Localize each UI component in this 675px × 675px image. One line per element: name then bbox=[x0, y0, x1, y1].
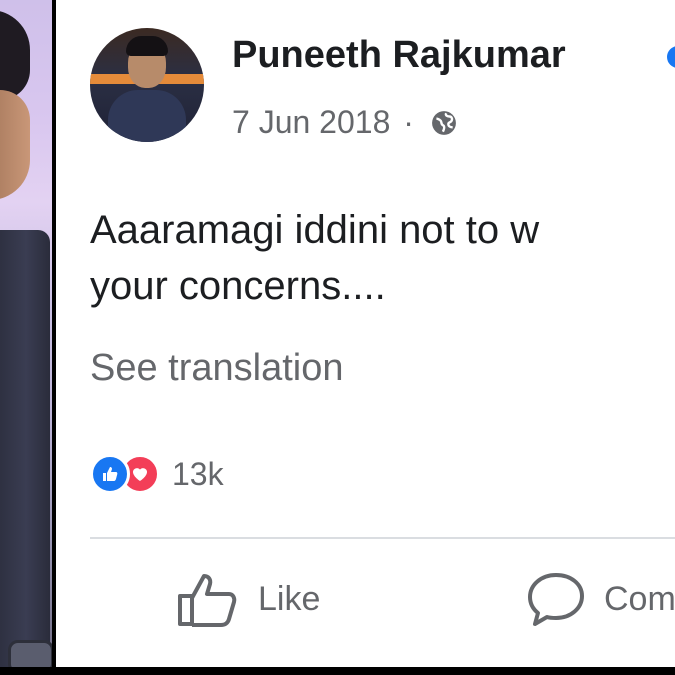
like-button[interactable]: Like bbox=[176, 570, 320, 628]
post-text-line-2: your concerns.... bbox=[90, 264, 386, 308]
comment-label: Com bbox=[604, 579, 675, 618]
like-label: Like bbox=[258, 579, 321, 618]
see-translation-link[interactable]: See translation bbox=[90, 347, 344, 390]
globe-icon bbox=[431, 111, 456, 135]
reaction-count: 13k bbox=[172, 455, 224, 492]
post-text-line-1: Aaaramagi iddini not to w bbox=[90, 208, 540, 252]
photo-shirt bbox=[0, 230, 50, 675]
comment-bubble-icon bbox=[528, 573, 584, 626]
photo-hair bbox=[0, 10, 30, 100]
post-text: Aaaramagi iddini not to w your concerns.… bbox=[90, 202, 675, 314]
post-date[interactable]: 7 Jun 2018 bbox=[232, 104, 390, 140]
side-photo bbox=[0, 0, 52, 675]
thumbs-up-icon bbox=[178, 574, 237, 627]
post-card: Puneeth Rajkumar 7 Jun 2018 · Aaaramagi … bbox=[56, 0, 675, 667]
comment-button[interactable]: Com bbox=[526, 570, 675, 628]
post-meta: 7 Jun 2018 · bbox=[232, 104, 457, 141]
avatar-hair bbox=[126, 36, 168, 56]
reactions-summary[interactable]: 13k bbox=[90, 452, 224, 496]
bottom-border bbox=[0, 667, 675, 675]
author-avatar[interactable] bbox=[90, 28, 204, 142]
photo-face bbox=[0, 90, 30, 200]
avatar-body bbox=[108, 90, 186, 142]
action-divider bbox=[90, 537, 675, 539]
author-name[interactable]: Puneeth Rajkumar bbox=[232, 34, 566, 77]
meta-separator: · bbox=[403, 104, 414, 140]
like-icon bbox=[90, 454, 130, 494]
verified-badge-icon bbox=[667, 46, 675, 68]
